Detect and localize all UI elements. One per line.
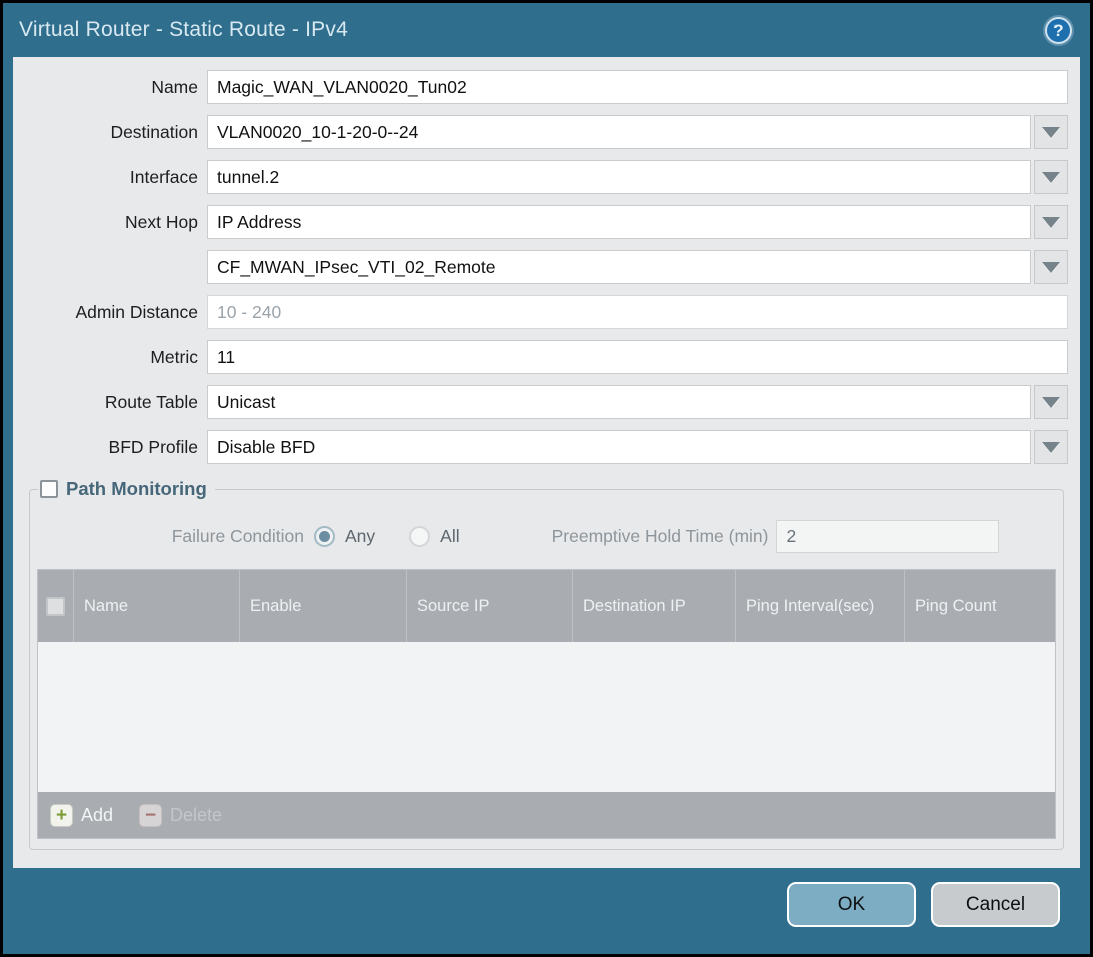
radio-any bbox=[314, 526, 335, 547]
route-table-input[interactable] bbox=[207, 385, 1031, 419]
path-monitoring-legend: Path Monitoring bbox=[38, 478, 215, 500]
chevron-down-icon bbox=[1042, 442, 1060, 453]
table-footer: + Add − Delete bbox=[38, 792, 1055, 838]
dialog-content: Name Destination Interface bbox=[13, 57, 1080, 868]
failure-condition-all-option: All bbox=[409, 526, 459, 547]
radio-all bbox=[409, 526, 430, 547]
form-row-destination: Destination bbox=[25, 115, 1068, 149]
column-header-destination-ip: Destination IP bbox=[573, 570, 736, 642]
path-monitoring-table: Name Enable Source IP Destination IP Pin… bbox=[37, 569, 1056, 839]
destination-label: Destination bbox=[25, 122, 207, 143]
header-select-all-cell bbox=[38, 570, 74, 642]
chevron-down-icon bbox=[1042, 172, 1060, 183]
destination-dropdown-button[interactable] bbox=[1034, 115, 1068, 149]
form-row-interface: Interface bbox=[25, 160, 1068, 194]
delete-button-label: Delete bbox=[170, 805, 222, 826]
path-monitoring-section: Path Monitoring Failure Condition Any Al… bbox=[29, 478, 1064, 850]
admin-distance-input[interactable] bbox=[207, 295, 1068, 329]
plus-icon: + bbox=[50, 804, 73, 827]
radio-any-label: Any bbox=[345, 526, 375, 547]
chevron-down-icon bbox=[1042, 397, 1060, 408]
next-hop-label: Next Hop bbox=[25, 212, 207, 233]
form-row-next-hop: Next Hop bbox=[25, 205, 1068, 239]
interface-label: Interface bbox=[25, 167, 207, 188]
table-header: Name Enable Source IP Destination IP Pin… bbox=[38, 570, 1055, 642]
path-monitoring-checkbox[interactable] bbox=[40, 480, 58, 498]
form-row-bfd-profile: BFD Profile bbox=[25, 430, 1068, 464]
form-row-route-table: Route Table bbox=[25, 385, 1068, 419]
admin-distance-label: Admin Distance bbox=[25, 302, 207, 323]
table-body-empty bbox=[38, 642, 1055, 792]
next-hop-type-dropdown-button[interactable] bbox=[1034, 205, 1068, 239]
form-row-admin-distance: Admin Distance bbox=[25, 295, 1068, 329]
column-header-name: Name bbox=[74, 570, 240, 642]
form-row-next-hop-value bbox=[25, 250, 1068, 284]
metric-input[interactable] bbox=[207, 340, 1068, 374]
select-all-checkbox bbox=[46, 597, 65, 616]
help-icon[interactable]: ? bbox=[1045, 17, 1072, 44]
column-header-source-ip: Source IP bbox=[407, 570, 573, 642]
interface-dropdown-button[interactable] bbox=[1034, 160, 1068, 194]
dialog-titlebar: Virtual Router - Static Route - IPv4 ? bbox=[3, 3, 1090, 57]
radio-all-label: All bbox=[440, 526, 459, 547]
preemptive-hold-time-input bbox=[776, 520, 999, 553]
column-header-ping-interval: Ping Interval(sec) bbox=[736, 570, 905, 642]
bfd-profile-input[interactable] bbox=[207, 430, 1031, 464]
dialog-title: Virtual Router - Static Route - IPv4 bbox=[19, 18, 348, 42]
failure-condition-label: Failure Condition bbox=[36, 526, 314, 547]
static-route-dialog: Virtual Router - Static Route - IPv4 ? N… bbox=[3, 3, 1090, 954]
column-header-ping-count: Ping Count bbox=[905, 570, 1055, 642]
route-table-label: Route Table bbox=[25, 392, 207, 413]
next-hop-type-input[interactable] bbox=[207, 205, 1031, 239]
chevron-down-icon bbox=[1042, 127, 1060, 138]
cancel-button[interactable]: Cancel bbox=[931, 882, 1060, 927]
chevron-down-icon bbox=[1042, 217, 1060, 228]
chevron-down-icon bbox=[1042, 262, 1060, 273]
bfd-profile-label: BFD Profile bbox=[25, 437, 207, 458]
delete-button: − Delete bbox=[139, 804, 222, 827]
next-hop-address-input[interactable] bbox=[207, 250, 1031, 284]
bfd-profile-dropdown-button[interactable] bbox=[1034, 430, 1068, 464]
add-button-label: Add bbox=[81, 805, 113, 826]
failure-condition-row: Failure Condition Any All Preemptive Hol… bbox=[36, 520, 1057, 553]
interface-input[interactable] bbox=[207, 160, 1031, 194]
route-table-dropdown-button[interactable] bbox=[1034, 385, 1068, 419]
form-row-metric: Metric bbox=[25, 340, 1068, 374]
destination-input[interactable] bbox=[207, 115, 1031, 149]
form-row-name: Name bbox=[25, 70, 1068, 104]
add-button[interactable]: + Add bbox=[50, 804, 113, 827]
dialog-footer: OK Cancel bbox=[3, 868, 1090, 954]
path-monitoring-label: Path Monitoring bbox=[66, 478, 207, 500]
ok-button[interactable]: OK bbox=[787, 882, 916, 927]
metric-label: Metric bbox=[25, 347, 207, 368]
name-label: Name bbox=[25, 77, 207, 98]
preemptive-hold-time-label: Preemptive Hold Time (min) bbox=[552, 526, 769, 547]
name-input[interactable] bbox=[207, 70, 1068, 104]
failure-condition-any-option: Any bbox=[314, 526, 375, 547]
next-hop-address-dropdown-button[interactable] bbox=[1034, 250, 1068, 284]
column-header-enable: Enable bbox=[240, 570, 407, 642]
minus-icon: − bbox=[139, 804, 162, 827]
